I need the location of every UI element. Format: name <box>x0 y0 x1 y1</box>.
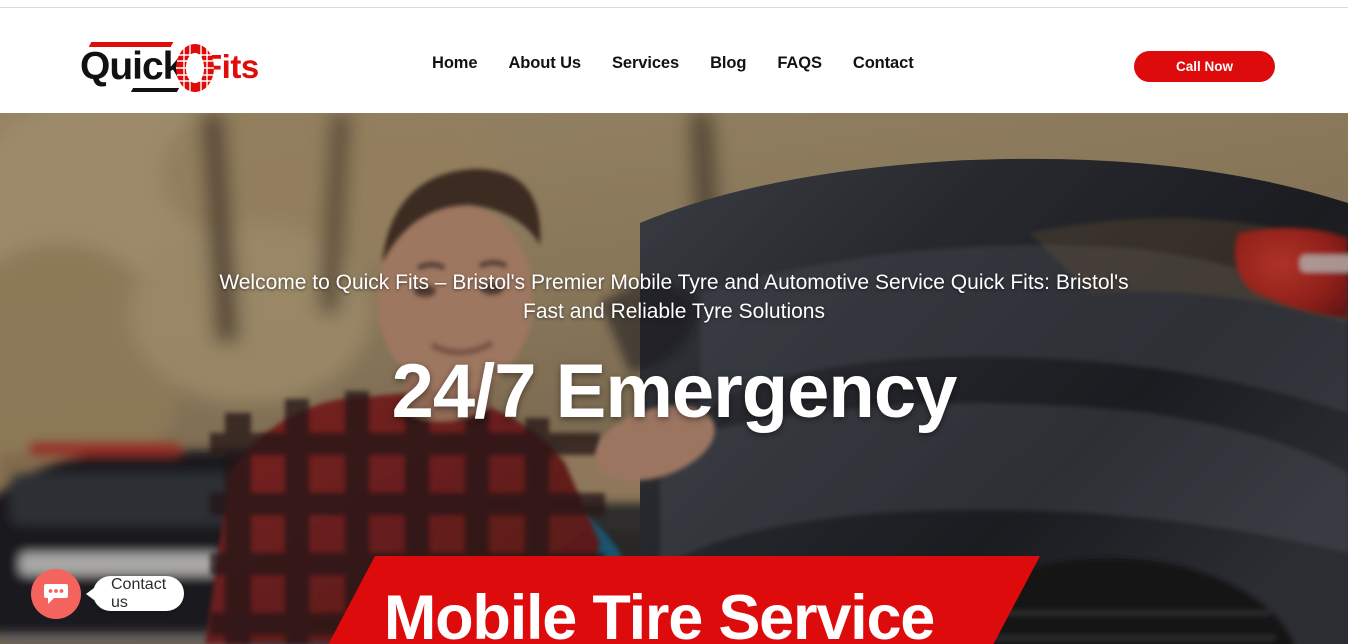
hero-section: Welcome to Quick Fits – Bristol's Premie… <box>0 113 1348 644</box>
hero-subtitle: Welcome to Quick Fits – Bristol's Premie… <box>219 271 1129 323</box>
site-logo[interactable]: Quick Fits <box>80 36 280 92</box>
nav-item-contact[interactable]: Contact <box>853 54 914 73</box>
hero-title: 24/7 Emergency <box>391 349 958 434</box>
nav-item-blog[interactable]: Blog <box>710 54 746 73</box>
hero-banner-text: Mobile Tire Service <box>383 582 935 644</box>
chat-bubble-button[interactable] <box>31 569 81 619</box>
nav-item-about-us[interactable]: About Us <box>508 54 581 73</box>
chat-tooltip[interactable]: Contact us <box>85 576 185 611</box>
header-call-now-button[interactable]: Call Now <box>1134 51 1275 82</box>
tire-icon <box>176 44 214 92</box>
nav-item-services[interactable]: Services <box>612 54 679 73</box>
nav-item-faqs[interactable]: FAQS <box>777 54 822 73</box>
site-header: Quick Fits Home About Us Services Blog F… <box>0 8 1348 113</box>
chat-bubble-icon <box>44 584 68 604</box>
page-root: Quick Fits Home About Us Services Blog F… <box>0 0 1348 644</box>
main-navigation: Home About Us Services Blog FAQS Contact <box>432 54 914 73</box>
nav-item-home[interactable]: Home <box>432 54 478 73</box>
logo-text-quick: Quick <box>80 45 184 88</box>
